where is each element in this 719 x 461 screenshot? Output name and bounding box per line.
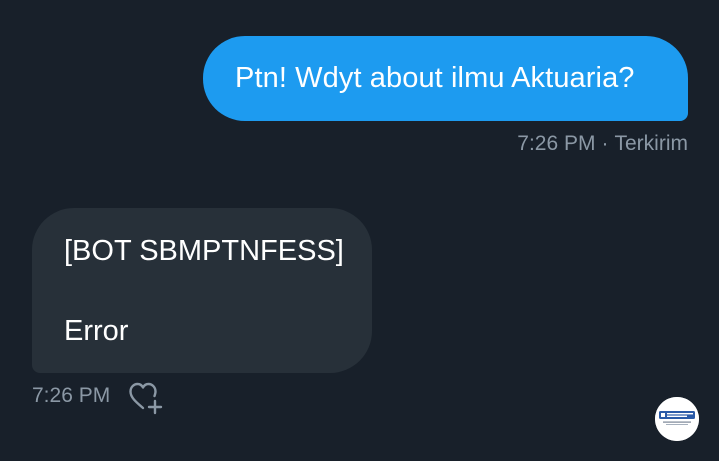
sent-message-status: Terkirim (614, 132, 689, 155)
meta-separator: · (601, 132, 609, 155)
received-message-line-2: Error (64, 315, 129, 347)
bot-avatar-logo (655, 397, 699, 441)
received-message-time: 7:26 PM (32, 384, 111, 407)
received-message-bubble[interactable]: [BOT SBMPTNFESS] Error (32, 208, 372, 373)
sent-message-bubble[interactable]: Ptn! Wdyt about ilmu Aktuaria? (203, 36, 688, 121)
received-message-line-1: [BOT SBMPTNFESS] (64, 235, 344, 267)
sent-message-meta: 7:26 PM · Terkirim (517, 132, 688, 156)
bot-avatar[interactable] (655, 397, 699, 441)
sent-message-time: 7:26 PM (517, 132, 596, 155)
react-button[interactable] (127, 380, 165, 416)
sent-message-text: Ptn! Wdyt about ilmu Aktuaria? (235, 62, 635, 94)
heart-plus-icon (129, 382, 163, 415)
